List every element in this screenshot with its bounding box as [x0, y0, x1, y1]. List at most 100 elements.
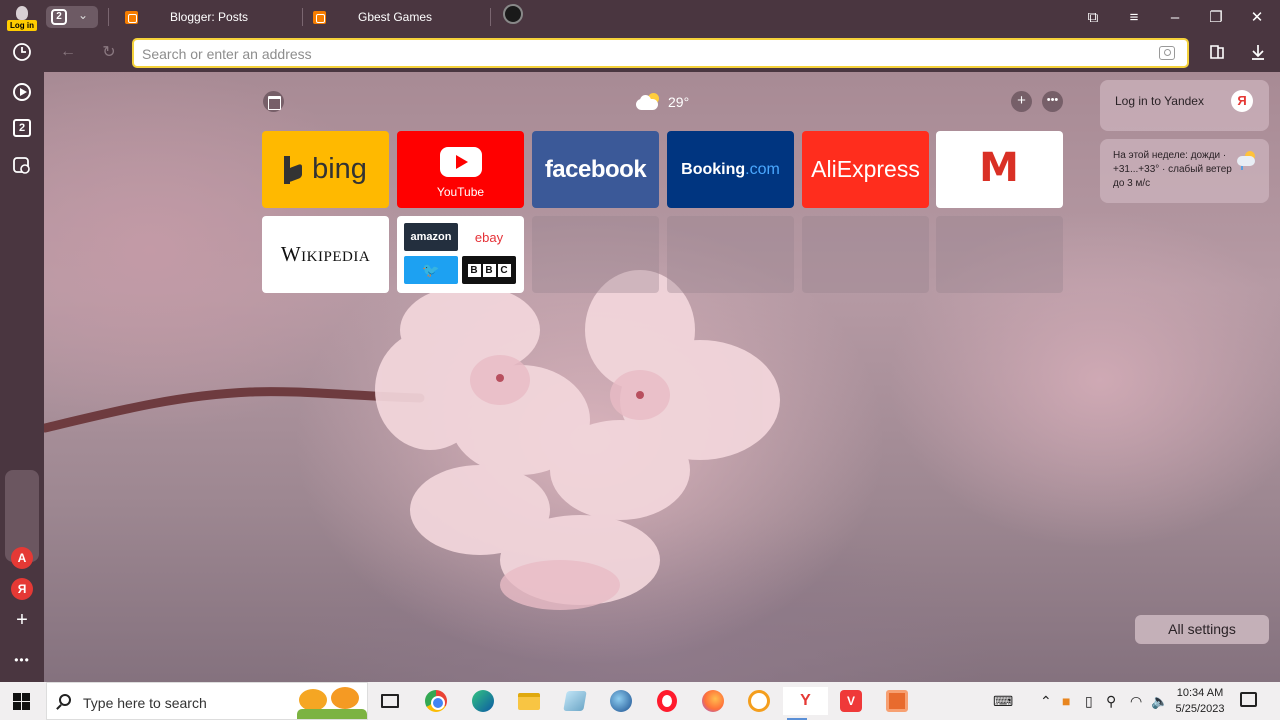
blogger-icon	[125, 10, 138, 24]
taskbar-clock[interactable]: 10:34 AM 5/25/2023	[1170, 685, 1230, 717]
weather-forecast-widget[interactable]: На этой неделе: дожди · +31...+33° · сла…	[1100, 139, 1269, 203]
forecast-text: На этой неделе: дожди · +31...+33° · сла…	[1113, 150, 1232, 189]
sidebar-app-translate[interactable]: A	[11, 547, 33, 569]
taskbar-app-orange[interactable]	[883, 687, 911, 715]
tile-empty[interactable]	[936, 216, 1063, 293]
address-bar[interactable]	[132, 38, 1189, 68]
taskbar-task-view[interactable]	[376, 687, 404, 715]
search-icon	[59, 694, 71, 706]
tile-wikipedia[interactable]: Wikipedia	[262, 216, 389, 293]
address-input[interactable]	[142, 44, 1122, 64]
collections-button[interactable]: ⧉	[1073, 0, 1113, 34]
tray-app-orange[interactable]: ■	[1062, 682, 1070, 720]
tile-label: bing	[312, 153, 367, 185]
tile-facebook[interactable]: facebook	[532, 131, 659, 208]
blogger-icon	[313, 10, 326, 24]
tab-gbest-games[interactable]: Gbest Games	[313, 0, 488, 34]
restore-button[interactable]: ❐	[1196, 0, 1236, 34]
profile-login-button[interactable]: Log in	[7, 3, 37, 31]
keyboard-icon: ⌨	[993, 692, 1014, 709]
camera-search-icon[interactable]	[1159, 46, 1175, 60]
globe-icon	[610, 690, 632, 712]
wifi-icon: ◠	[1130, 692, 1143, 709]
tray-show-hidden[interactable]: ⌃	[1040, 682, 1052, 720]
device-icon: ▯	[1085, 692, 1093, 709]
reload-icon: ↻	[102, 44, 116, 61]
taskbar-yandex-browser[interactable]: Y	[783, 687, 828, 720]
task-view-icon	[381, 694, 399, 708]
taskbar-globe-app[interactable]	[607, 687, 635, 715]
sidebar-item-video[interactable]	[10, 80, 34, 104]
sidebar-item-tabs[interactable]: 2	[10, 116, 34, 140]
taskbar-file-explorer[interactable]	[515, 687, 543, 715]
add-tile-button[interactable]: +	[1011, 91, 1032, 112]
folder-item-bbc: BBC	[462, 256, 516, 284]
taskbar-brave[interactable]	[745, 687, 773, 715]
notification-center-icon[interactable]	[1240, 692, 1257, 707]
taskbar-vivaldi[interactable]: V	[837, 687, 865, 715]
tray-volume[interactable]: 🔈	[1151, 682, 1168, 720]
clock-date: 5/25/2023	[1175, 703, 1225, 715]
tile-youtube[interactable]: YouTube	[397, 131, 524, 208]
taskbar-search-box[interactable]: Type here to search	[46, 682, 368, 720]
tile-aliexpress[interactable]: AliExpress	[802, 131, 929, 208]
tray-wifi[interactable]: ◠	[1130, 682, 1142, 720]
menu-button[interactable]: ≡	[1114, 0, 1154, 34]
tiles-more-button[interactable]: •••	[1042, 91, 1063, 112]
arrow-left-icon: ←	[60, 43, 76, 60]
weather-indicator[interactable]: 29°	[636, 90, 689, 114]
tile-empty[interactable]	[802, 216, 929, 293]
login-to-yandex-widget[interactable]: Log in to Yandex Я	[1100, 80, 1269, 131]
active-tab-favicon[interactable]	[503, 0, 523, 24]
bookmarks-button[interactable]	[1205, 40, 1229, 64]
file-explorer-icon	[518, 692, 540, 710]
hamburger-menu-icon: ≡	[1129, 8, 1139, 26]
windows-start-button[interactable]	[13, 693, 30, 710]
sidebar-more-button[interactable]: •••	[10, 648, 34, 672]
downloads-button[interactable]	[1246, 40, 1270, 64]
tile-label: Wikipedia	[280, 242, 371, 266]
glass-app-icon	[563, 691, 587, 711]
chevron-down-icon: ⌄	[78, 8, 89, 22]
rain-cloud-icon	[1235, 151, 1259, 171]
tray-keyboard[interactable]: ⌨	[993, 682, 1013, 720]
firefox-icon	[702, 690, 724, 712]
sidebar-app-yandex[interactable]: Я	[11, 578, 33, 600]
more-dots-icon: •••	[1046, 94, 1059, 106]
folder-item-twitter: 🐦	[404, 256, 458, 284]
taskbar-firefox[interactable]	[699, 687, 727, 715]
sidebar-item-screenshot[interactable]	[10, 154, 34, 178]
tile-empty[interactable]	[667, 216, 794, 293]
tab-groups-button[interactable]: 2 ⌄	[46, 6, 98, 28]
tile-gmail[interactable]: M	[936, 131, 1063, 208]
taskbar-opera[interactable]	[653, 687, 681, 715]
gallery-button[interactable]	[263, 91, 284, 112]
tile-bing[interactable]: bing	[262, 131, 389, 208]
all-settings-button[interactable]: All settings	[1135, 615, 1269, 644]
gmail-logo-icon: M	[979, 145, 1019, 191]
tab-separator	[108, 8, 109, 26]
back-button[interactable]: ←	[56, 40, 80, 64]
widget-login-text: Log in to Yandex	[1115, 94, 1204, 108]
tray-device[interactable]: ▯	[1085, 682, 1093, 720]
tile-folder[interactable]: amazon ebay 🐦 BBC	[397, 216, 524, 293]
close-button[interactable]: ✕	[1237, 0, 1277, 34]
close-icon: ✕	[1250, 9, 1264, 26]
taskbar-chrome[interactable]	[422, 687, 450, 715]
minimize-button[interactable]: –	[1155, 0, 1195, 34]
taskbar-edge[interactable]	[469, 687, 497, 715]
vivaldi-icon: V	[840, 690, 862, 712]
history-button[interactable]	[10, 40, 34, 64]
tab-blogger-posts[interactable]: Blogger: Posts	[125, 0, 300, 34]
more-dots-icon: •••	[14, 653, 30, 667]
taskbar-glass-app[interactable]	[561, 687, 589, 715]
tile-label: YouTube	[436, 185, 485, 199]
volume-icon: 🔈	[1151, 692, 1169, 709]
reload-button[interactable]: ↻	[97, 40, 121, 64]
tray-network[interactable]: ⚲	[1106, 682, 1116, 720]
taskbar-search-placeholder: Type here to search	[83, 695, 207, 711]
bing-logo-icon	[284, 155, 304, 184]
sidebar-add-app-button[interactable]: +	[11, 609, 33, 631]
tile-booking[interactable]: Booking .com	[667, 131, 794, 208]
tile-empty[interactable]	[532, 216, 659, 293]
